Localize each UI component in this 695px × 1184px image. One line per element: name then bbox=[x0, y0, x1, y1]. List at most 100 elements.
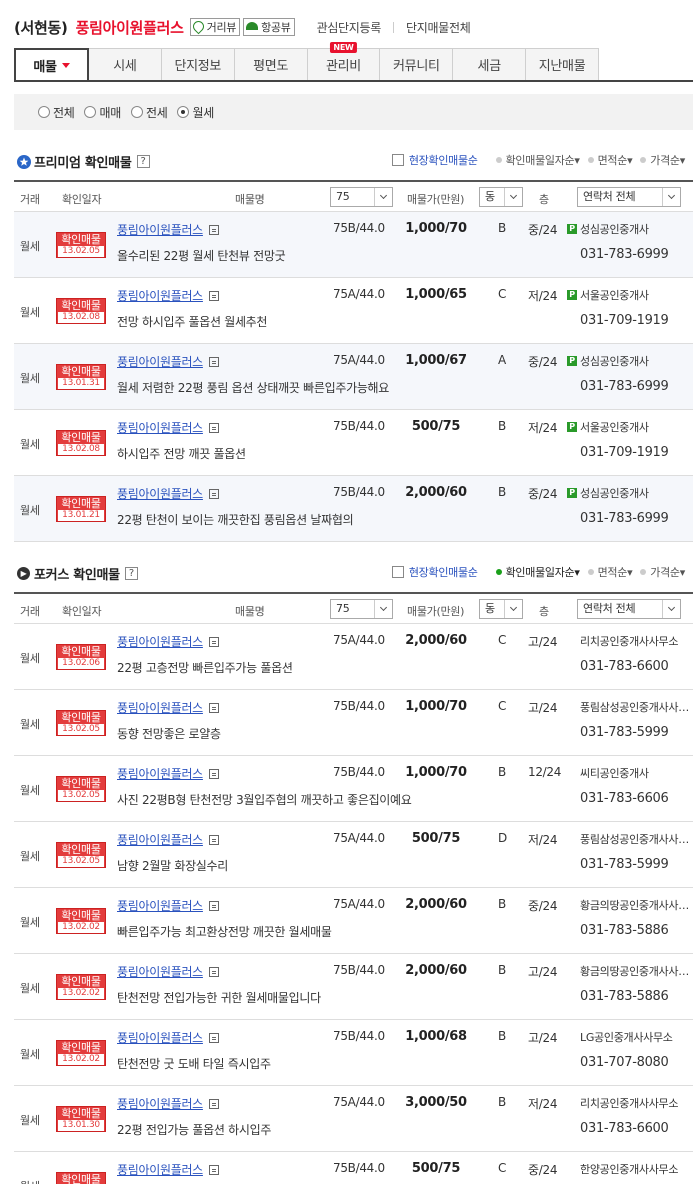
listing-name-link[interactable]: 풍림아이원플러스 bbox=[117, 765, 219, 782]
agent-name[interactable]: 리치공인중개사사무소 bbox=[580, 633, 690, 649]
deal-type: 월세 bbox=[20, 850, 40, 863]
agent-name[interactable]: 성심공인중개사 bbox=[580, 485, 690, 501]
listing-floor: 중/24 bbox=[528, 355, 558, 369]
verified-stamp: 확인매물 13.02.05 bbox=[56, 842, 106, 868]
document-icon[interactable] bbox=[208, 488, 219, 499]
tab-tax[interactable]: 세금 bbox=[453, 48, 527, 81]
document-icon[interactable] bbox=[208, 702, 219, 713]
agent-name[interactable]: 한양공인중개사사무소 bbox=[580, 1161, 690, 1177]
listing-name-link[interactable]: 풍림아이원플러스 bbox=[117, 419, 219, 436]
sort-by-price[interactable]: 가격순 ▾ bbox=[640, 564, 685, 580]
agent-select[interactable]: 연락처 전체 bbox=[577, 187, 681, 207]
listing-name-link[interactable]: 풍림아이원플러스 bbox=[117, 633, 219, 650]
agent-name[interactable]: 황금의땅공인중개사사무소 bbox=[580, 897, 690, 913]
agent-phone: 031-783-6600 bbox=[580, 1121, 669, 1136]
verified-date: 13.02.05 bbox=[58, 724, 104, 735]
document-icon[interactable] bbox=[208, 1098, 219, 1109]
listing-name-link[interactable]: 풍림아이원플러스 bbox=[117, 1029, 219, 1046]
sort-by-price[interactable]: 가격순 ▾ bbox=[640, 152, 685, 168]
document-icon[interactable] bbox=[208, 636, 219, 647]
aerial-view-button[interactable]: 항공뷰 bbox=[243, 18, 295, 36]
sort-by-area[interactable]: 면적순 ▾ bbox=[587, 152, 633, 168]
document-icon[interactable] bbox=[208, 834, 219, 845]
listing-name-link[interactable]: 풍림아이원플러스 bbox=[117, 485, 219, 502]
area-select[interactable]: 75 bbox=[330, 187, 393, 207]
onsite-sort-link[interactable]: 현장확인매물순 bbox=[409, 564, 478, 580]
verified-stamp: 확인매물 13.02.02 bbox=[56, 1040, 106, 1066]
tab-listings[interactable]: 매물 bbox=[14, 48, 89, 81]
listing-name-link[interactable]: 풍림아이원플러스 bbox=[117, 287, 219, 304]
document-icon[interactable] bbox=[208, 1032, 219, 1043]
onsite-sort-link[interactable]: 현장확인매물순 bbox=[409, 152, 478, 168]
agent-phone: 031-783-6999 bbox=[580, 511, 669, 526]
document-icon[interactable] bbox=[208, 966, 219, 977]
listing-name-link[interactable]: 풍림아이원플러스 bbox=[117, 699, 219, 716]
street-view-button[interactable]: 거리뷰 bbox=[189, 18, 241, 36]
listing-name-link[interactable]: 풍림아이원플러스 bbox=[117, 831, 219, 848]
agent-name[interactable]: 풍림삼성공인중개사사무소 bbox=[580, 699, 690, 715]
listing-name-link[interactable]: 풍림아이원플러스 bbox=[117, 1095, 219, 1112]
listing-dong: A bbox=[498, 353, 506, 367]
document-icon[interactable] bbox=[208, 900, 219, 911]
radio-all[interactable]: 전체 bbox=[38, 104, 75, 121]
tab-maintenance-fee[interactable]: NEW 관리비 bbox=[307, 42, 381, 81]
onsite-checkbox[interactable] bbox=[391, 566, 404, 578]
tab-past-listings[interactable]: 지난매물 bbox=[526, 48, 599, 81]
agent-phone: 031-783-6600 bbox=[580, 659, 669, 674]
listing-row: 월세 확인매물 13.02.02 풍림아이원플러스 빠른입주가능 최고환상전망 깨끗한 … bbox=[14, 888, 693, 954]
radio-jeonse[interactable]: 전세 bbox=[130, 104, 168, 121]
verified-stamp: 확인매물 13.02.05 bbox=[56, 232, 106, 258]
listing-name-link[interactable]: 풍림아이원플러스 bbox=[117, 1161, 219, 1178]
document-icon[interactable] bbox=[208, 290, 219, 301]
dong-select[interactable]: 동 bbox=[479, 599, 523, 619]
all-listings-link[interactable]: 단지매물전체 bbox=[406, 19, 471, 36]
divider bbox=[393, 21, 395, 33]
tab-prices[interactable]: 시세 bbox=[88, 48, 162, 81]
radio-sale[interactable]: 매매 bbox=[84, 104, 121, 121]
verified-stamp: 확인매물 13.01.30 bbox=[56, 1106, 106, 1132]
agent-phone: 031-707-8080 bbox=[580, 1055, 669, 1070]
dong-select[interactable]: 동 bbox=[479, 187, 523, 207]
premium-p-icon: P bbox=[567, 290, 577, 300]
listing-name-link[interactable]: 풍림아이원플러스 bbox=[117, 963, 219, 980]
document-icon[interactable] bbox=[208, 422, 219, 433]
listing-name-link[interactable]: 풍림아이원플러스 bbox=[117, 353, 219, 370]
tab-complex-info[interactable]: 단지정보 bbox=[161, 48, 235, 81]
document-icon[interactable] bbox=[208, 356, 219, 367]
agent-phone: 031-783-6606 bbox=[580, 791, 669, 806]
register-complex-link[interactable]: 관심단지등록 bbox=[317, 19, 382, 36]
agent-name[interactable]: 성심공인중개사 bbox=[580, 353, 690, 369]
sort-by-date[interactable]: 확인매물일자순 ▾ bbox=[495, 152, 580, 168]
table-header: 거래 확인일자 매물명 75 매물가(만원) 동 층 연락처 전체 bbox=[14, 180, 693, 212]
agent-name[interactable]: 서울공인중개사 bbox=[580, 287, 690, 303]
agent-name[interactable]: 리치공인중개사사무소 bbox=[580, 1095, 690, 1111]
listing-description: 월세 저렴한 22평 풍림 옵션 상태깨끗 빠른입주가능해요 bbox=[117, 381, 390, 395]
agent-name[interactable]: 서울공인중개사 bbox=[580, 419, 690, 435]
listing-row: 월세 확인매물 13.02.08 풍림아이원플러스 전망 하시입주 풀옵션 월세추천 75… bbox=[14, 278, 693, 344]
radio-monthly-rent[interactable]: 월세 bbox=[177, 104, 214, 121]
tab-floorplan[interactable]: 평면도 bbox=[234, 48, 308, 81]
listing-floor: 저/24 bbox=[528, 1097, 558, 1111]
help-icon[interactable]: ? bbox=[136, 155, 150, 168]
listing-name-link[interactable]: 풍림아이원플러스 bbox=[117, 221, 219, 238]
document-icon[interactable] bbox=[208, 224, 219, 235]
agent-name[interactable]: 성심공인중개사 bbox=[580, 221, 690, 237]
agent-name[interactable]: 씨티공인중개사 bbox=[580, 765, 690, 781]
agent-name[interactable]: 황금의땅공인중개사사무소 bbox=[580, 963, 690, 979]
help-icon[interactable]: ? bbox=[124, 567, 138, 580]
chevron-down-icon bbox=[374, 188, 392, 206]
document-icon[interactable] bbox=[208, 768, 219, 779]
area-select[interactable]: 75 bbox=[330, 599, 393, 619]
onsite-checkbox[interactable] bbox=[391, 154, 404, 166]
document-icon[interactable] bbox=[208, 1164, 219, 1175]
listing-area: 75B/44.0 bbox=[333, 765, 385, 779]
verified-stamp: 확인매물 13.02.05 bbox=[56, 776, 106, 802]
sort-by-area[interactable]: 면적순 ▾ bbox=[587, 564, 633, 580]
agent-name[interactable]: LG공인중개사사무소 bbox=[580, 1029, 690, 1045]
agent-name[interactable]: 풍림삼성공인중개사사무소 bbox=[580, 831, 690, 847]
listing-name-link[interactable]: 풍림아이원플러스 bbox=[117, 897, 219, 914]
section-header: ▶ 포커스 확인매물 ? 현장확인매물순 확인매물일자순 ▾ 면적순 ▾ 가격순… bbox=[14, 564, 693, 592]
sort-by-date[interactable]: 확인매물일자순 ▾ bbox=[495, 564, 580, 580]
agent-select[interactable]: 연락처 전체 bbox=[577, 599, 681, 619]
tab-community[interactable]: 커뮤니티 bbox=[380, 48, 454, 81]
